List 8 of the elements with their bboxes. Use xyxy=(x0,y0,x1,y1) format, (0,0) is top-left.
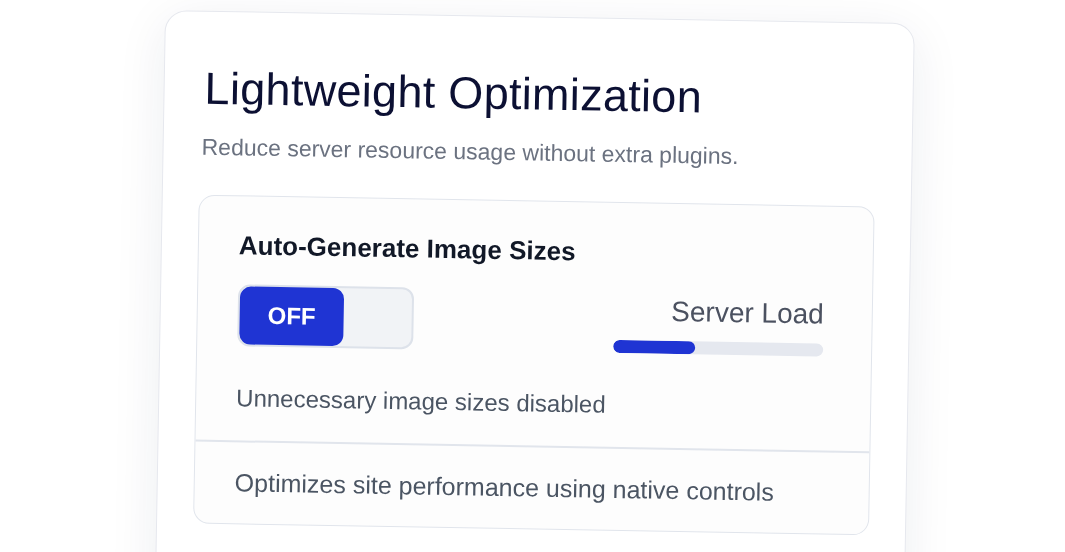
setting-note: Unnecessary image sizes disabled xyxy=(235,382,607,420)
footer-note: Optimizes site performance using native controls xyxy=(233,466,776,508)
toggle-knob[interactable]: OFF xyxy=(239,285,345,346)
toggle-switch[interactable]: OFF xyxy=(237,283,415,349)
meter-label: Server Load xyxy=(670,294,825,332)
setting-title: Auto-Generate Image Sizes xyxy=(238,228,577,268)
panel-subtitle: Reduce server resource usage without extra plugins. xyxy=(201,132,740,172)
panel-title: Lightweight Optimization xyxy=(204,61,704,125)
